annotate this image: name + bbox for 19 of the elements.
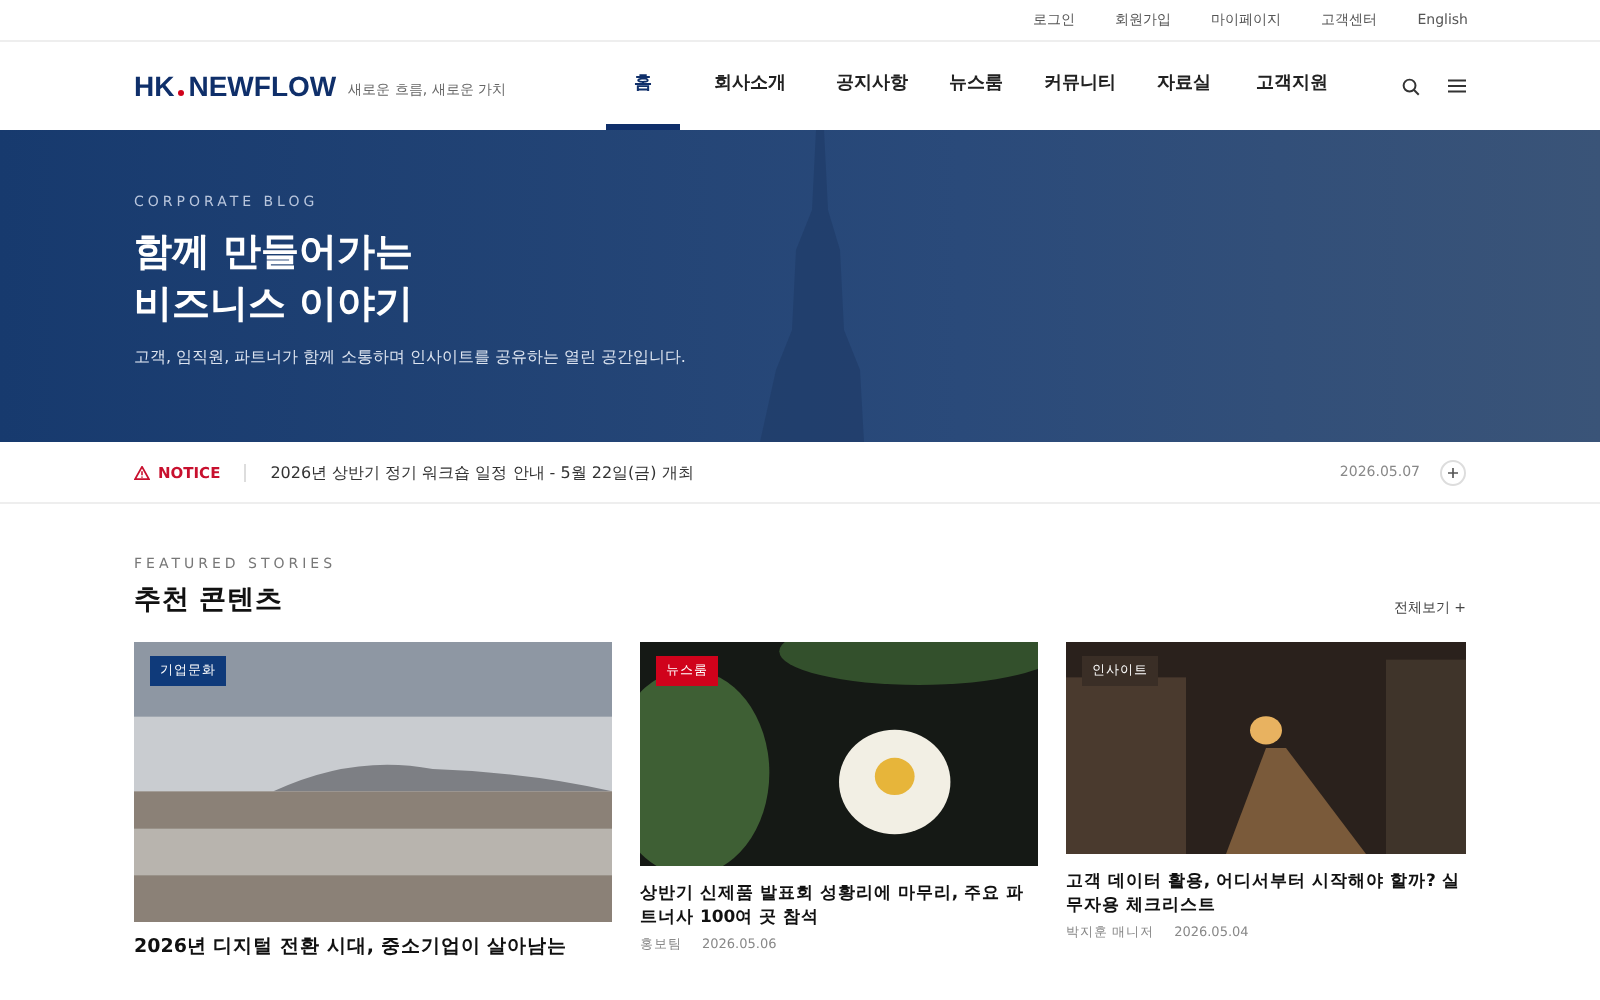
card-title[interactable]: 2026년 디지털 전환 시대, 중소기업이 살아남는 bbox=[134, 934, 612, 962]
nav-tab[interactable]: 뉴스룸 bbox=[924, 42, 1029, 130]
nav-tab[interactable]: 공지사항 bbox=[820, 42, 925, 130]
nav-tab[interactable]: 고객지원 bbox=[1236, 42, 1349, 130]
hero-subtitle: 고객, 임직원, 파트너가 함께 소통하며 인사이트를 공유하는 열린 공간입니다. bbox=[134, 346, 688, 368]
notice-text[interactable]: 2026년 상반기 정기 워크숍 일정 안내 - 5월 22일(금) 개최 bbox=[270, 461, 694, 483]
nav-tab[interactable]: 커뮤니티 bbox=[1028, 42, 1133, 130]
nav-tab[interactable]: 회사소개 bbox=[680, 42, 821, 130]
search-icon[interactable] bbox=[1402, 77, 1420, 95]
section-title: 추천 콘텐츠 bbox=[134, 582, 284, 618]
nav-tab[interactable]: 자료실 bbox=[1132, 42, 1237, 130]
hero-title: 함께 만들어가는 비즈니스 이야기 bbox=[134, 228, 416, 330]
plus-button[interactable] bbox=[1440, 459, 1466, 485]
warning-icon bbox=[134, 465, 150, 479]
card-title[interactable]: 고객 데이터 활용, 어디서부터 시작해야 할까? 실무자용 체크리스트 bbox=[1066, 870, 1466, 920]
card-title[interactable]: 상반기 신제품 발표회 성황리에 마무리, 주요 파트너사 100여 곳 참석 bbox=[640, 882, 1038, 932]
logo[interactable]: HK NEWFLOW bbox=[134, 70, 337, 102]
plus-icon bbox=[1448, 467, 1458, 477]
menu-icon[interactable] bbox=[1448, 77, 1466, 93]
